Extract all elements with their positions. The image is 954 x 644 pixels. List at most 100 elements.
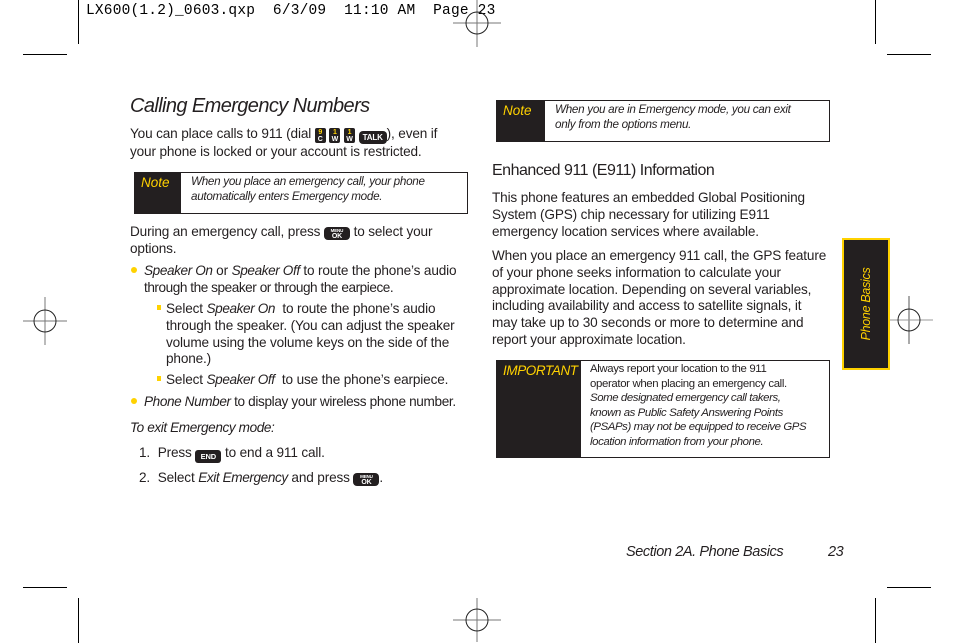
important-line: operator when placing an emergency call. (590, 377, 787, 390)
crop-mark (875, 598, 876, 643)
sub-text: to route the phone’s audio (275, 301, 436, 316)
exit-emergency-heading: To exit Emergency mode: (130, 420, 275, 435)
option-phone-number: Phone Number (144, 394, 231, 409)
registration-mark-left (21, 297, 69, 345)
sub-text: Select (166, 301, 207, 316)
crop-mark (78, 0, 79, 44)
during-call-paragraph: During an emergency call, press MENU OK t… (130, 224, 470, 258)
page-number: 23 (828, 544, 844, 560)
print-slug: LX600(1.2)_0603.qxp 6/3/09 11:10 AM Page… (86, 3, 496, 19)
para-line: including availability and access to sat… (492, 298, 802, 314)
intro-line-2: your phone is locked or your account is … (130, 144, 422, 159)
key-1-icon: 1W (329, 128, 341, 143)
note-line: When you place an emergency call, your p… (191, 175, 425, 188)
registration-mark-right (885, 296, 933, 344)
note-line: only from the options menu. (555, 118, 692, 132)
talk-key-icon: TALK (358, 131, 387, 144)
important-box: IMPORTANT Always report your location to… (496, 360, 830, 458)
menu-ok-key-icon: MENU OK (353, 473, 380, 486)
important-text: Always report your location to the 911 o… (581, 361, 807, 457)
option-speaker-on: Speaker On (206, 301, 276, 316)
step-2: 2. Select Exit Emergency and press MENU O… (139, 470, 383, 487)
crop-mark (78, 598, 79, 643)
step-text: to end a 911 call. (224, 445, 325, 460)
intro-paragraph: You can place calls to 911 (dial 9C 1W 1… (130, 126, 470, 161)
bullet-text: to route the phone’s audio (299, 263, 457, 278)
important-label: IMPORTANT (497, 361, 581, 457)
para-line: This phone features an embedded Global P… (492, 190, 805, 205)
section-subtitle: Enhanced 911 (E911) Information (492, 162, 715, 179)
step-number: 1. (139, 445, 151, 460)
step-text: and press (287, 470, 350, 485)
important-line: Always report your location to the 911 (590, 363, 767, 375)
step-text: . (379, 470, 384, 485)
para-line: of your phone seeks information to calcu… (492, 264, 781, 280)
note-text: When you are in Emergency mode, you can … (545, 101, 791, 141)
sub-bullet-icon (157, 305, 161, 310)
sub-line: through the speaker. (You can adjust the… (166, 317, 455, 333)
bullet-text: or (212, 263, 232, 278)
bullet-speaker-option: Speaker On or Speaker Off to route the p… (144, 263, 474, 297)
note-line: When you are in Emergency mode, you can … (555, 103, 791, 116)
page-title: Calling Emergency Numbers (130, 95, 370, 117)
note-box-emergency-call: Note When you place an emergency call, y… (134, 172, 468, 214)
note-label: Note (135, 173, 181, 213)
during-line-2: options. (130, 240, 177, 256)
section-side-tab: Phone Basics (842, 238, 890, 370)
sub-text: Select (166, 372, 207, 387)
sub-line: volume using the volume keys on the side… (166, 334, 450, 350)
step-1: 1. Press END to end a 911 call. (139, 445, 325, 463)
para-line: When you place an emergency 911 call, th… (492, 248, 827, 263)
bullet-icon (131, 267, 137, 273)
step-text: Select (157, 470, 199, 485)
para-line: may take up to 30 seconds or more to det… (492, 315, 804, 331)
note-line: automatically enters Emergency mode. (191, 190, 383, 204)
sub-text: to use the phone’s earpiece. (274, 372, 449, 387)
bullet-phone-number: Phone Number to display your wireless ph… (144, 394, 474, 411)
end-key-icon: END (195, 450, 222, 463)
intro-line-1: You can place calls to 911 (dial 9C 1W 1… (130, 126, 470, 144)
menu-ok-key-icon: MENU OK (323, 227, 350, 240)
option-speaker-off: Speaker Off (206, 372, 276, 387)
option-speaker-off: Speaker Off (231, 263, 301, 278)
step-number: 2. (139, 470, 151, 485)
sub-bullet-speaker-off: Select Speaker Off to use the phone’s ea… (166, 372, 476, 389)
crop-mark (23, 587, 67, 588)
para-line: report your approximate location. (492, 331, 686, 347)
key-9-icon: 9C (314, 128, 326, 143)
sub-line: phone.) (166, 351, 212, 367)
intro-text-end: ), even if (386, 126, 438, 141)
during-text-end: to select your (353, 224, 433, 239)
intro-text: You can place calls to 911 (dial (130, 126, 312, 141)
step-text: Press (157, 445, 192, 460)
note-label: Note (497, 101, 545, 141)
option-speaker-on: Speaker On (144, 263, 213, 278)
important-line: Some designated emergency call takers, (590, 392, 781, 405)
option-exit-emergency: Exit Emergency (198, 470, 288, 485)
bullet-icon (131, 398, 137, 404)
during-text: During an emergency call, press (130, 224, 321, 239)
gps-paragraph-1: This phone features an embedded Global P… (492, 190, 837, 240)
sub-bullet-icon (157, 376, 161, 381)
important-line: (PSAPs) may not be equipped to receive G… (590, 421, 807, 434)
crop-mark (23, 54, 67, 55)
crop-mark (887, 54, 931, 55)
registration-mark-top (453, 0, 501, 47)
para-line: emergency location services where availa… (492, 223, 759, 239)
bullet-text: to display your wireless phone number. (230, 394, 456, 409)
note-box-exit-emergency: Note When you are in Emergency mode, you… (496, 100, 830, 142)
footer-section-label: Section 2A. Phone Basics (626, 544, 784, 560)
side-tab-label: Phone Basics (859, 267, 873, 341)
important-line: known as Public Safety Answering Points (590, 406, 783, 419)
note-text: When you place an emergency call, your p… (181, 173, 425, 213)
bullet-line-2: through the speaker or through the earpi… (144, 279, 394, 295)
para-line: approximate location. Depending on sever… (492, 281, 812, 297)
crop-mark (875, 0, 876, 44)
para-line: System (GPS) chip necessary for utilizin… (492, 206, 770, 222)
important-line: location information from your phone. (590, 435, 764, 448)
key-1-icon: 1W (344, 128, 356, 143)
registration-mark-bottom (453, 596, 501, 644)
gps-paragraph-2: When you place an emergency 911 call, th… (492, 248, 837, 349)
sub-bullet-speaker-on: Select Speaker On to route the phone’s a… (166, 301, 476, 368)
crop-mark (887, 587, 931, 588)
